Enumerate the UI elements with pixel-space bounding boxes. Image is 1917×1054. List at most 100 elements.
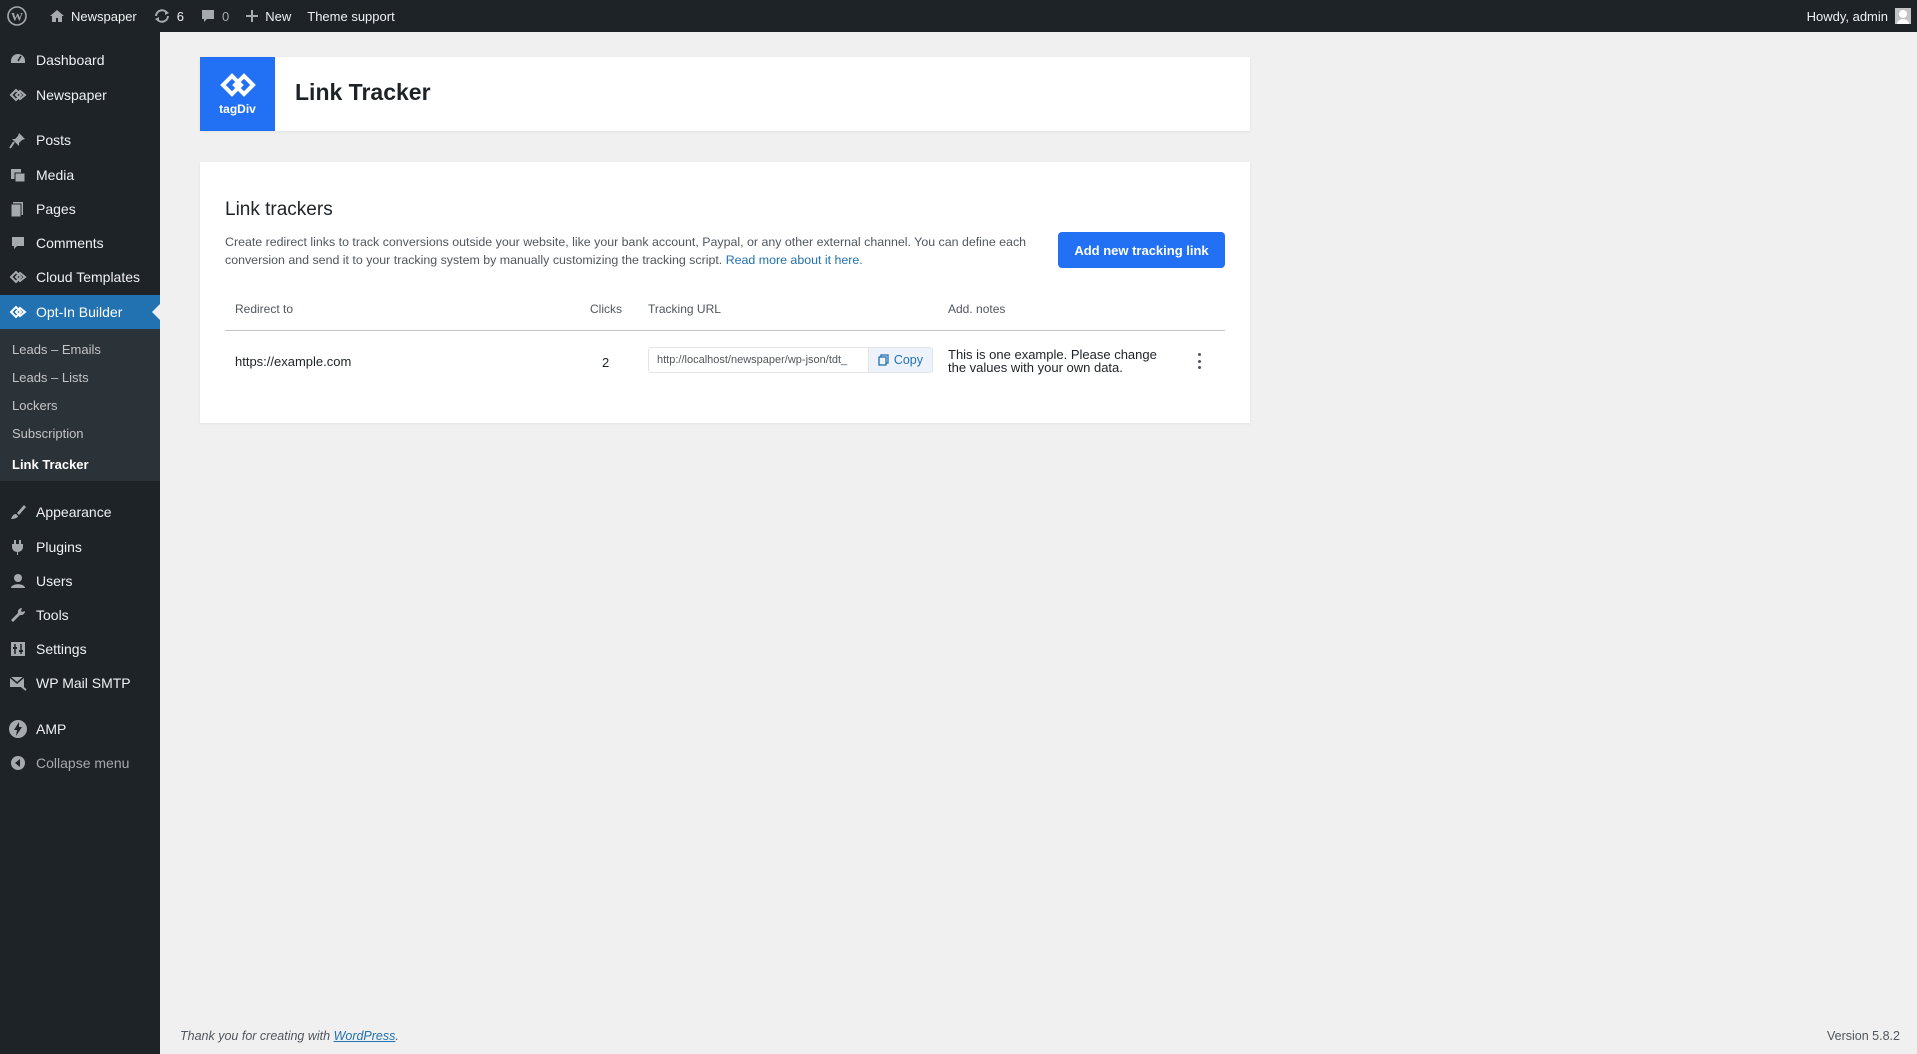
tagdiv-logo: tagDiv — [200, 57, 275, 131]
logo-text: tagDiv — [219, 102, 256, 116]
clicks-count: 2 — [602, 355, 610, 370]
submenu-item-subscription[interactable]: Subscription — [12, 424, 84, 444]
footer-thanks-suffix: . — [395, 1029, 399, 1043]
comments-count: 0 — [222, 8, 230, 24]
section-description: Create redirect links to track conversio… — [225, 233, 1045, 269]
admin-sidebar: Dashboard Newspaper Posts Media Pages Co… — [0, 32, 160, 1054]
column-header-tracking-url: Tracking URL — [648, 302, 721, 316]
sidebar-item-media[interactable]: Media — [0, 158, 160, 192]
sidebar-item-label: Appearance — [36, 504, 112, 520]
sidebar-item-label: Dashboard — [36, 52, 105, 68]
opt-in-builder-submenu: Leads – Emails Leads – Lists Lockers Sub… — [0, 329, 160, 449]
sidebar-item-newspaper[interactable]: Newspaper — [0, 78, 160, 112]
sidebar-item-label: Collapse menu — [36, 755, 130, 771]
user-icon — [8, 571, 28, 591]
collapse-icon — [8, 753, 28, 773]
sidebar-item-plugins[interactable]: Plugins — [0, 530, 160, 564]
brush-icon — [8, 502, 28, 522]
new-content-link[interactable]: New — [237, 0, 299, 32]
plus-icon — [246, 10, 259, 22]
read-more-link[interactable]: Read more about it here. — [726, 253, 863, 267]
sidebar-item-opt-in-builder[interactable]: Opt-In Builder — [0, 295, 160, 329]
home-icon — [50, 10, 64, 22]
tagdiv-icon — [8, 302, 28, 322]
sidebar-item-label: Settings — [36, 641, 87, 657]
add-new-tracking-link-button[interactable]: Add new tracking link — [1058, 232, 1225, 268]
tagdiv-logo-icon — [219, 73, 256, 97]
sidebar-item-label: Comments — [36, 235, 104, 251]
submenu-item-lockers[interactable]: Lockers — [12, 396, 58, 416]
sidebar-item-posts[interactable]: Posts — [0, 123, 160, 157]
wordpress-logo-icon[interactable]: W — [0, 0, 41, 32]
column-header-clicks: Clicks — [590, 302, 622, 316]
table-divider — [225, 330, 1225, 331]
sidebar-item-users[interactable]: Users — [0, 564, 160, 598]
column-header-redirect: Redirect to — [235, 302, 294, 316]
sidebar-item-comments[interactable]: Comments — [0, 226, 160, 260]
submenu-continuation: Link Tracker — [0, 449, 160, 481]
column-header-notes: Add. notes — [948, 302, 1006, 316]
sidebar-item-settings[interactable]: Settings — [0, 632, 160, 666]
footer-thanks: Thank you for creating with WordPress. — [180, 1029, 399, 1043]
comment-icon — [202, 10, 214, 22]
updates-count: 6 — [176, 8, 184, 24]
copy-icon — [878, 354, 889, 366]
sidebar-item-label: Tools — [36, 607, 69, 623]
footer-version: Version 5.8.2 — [1827, 1029, 1900, 1043]
avatar — [1895, 8, 1911, 24]
row-actions-icon[interactable] — [1194, 351, 1204, 371]
tracking-url-text[interactable]: http://localhost/newspaper/wp-json/tdt_ — [649, 354, 868, 366]
sidebar-item-dashboard[interactable]: Dashboard — [0, 43, 160, 77]
pages-icon — [8, 199, 28, 219]
redirect-url: https://example.com — [235, 354, 352, 369]
tracking-url-field: http://localhost/newspaper/wp-json/tdt_ … — [648, 347, 933, 373]
submenu-item-leads-emails[interactable]: Leads – Emails — [12, 340, 101, 360]
collapse-menu-button[interactable]: Collapse menu — [0, 746, 160, 780]
sidebar-item-label: Posts — [36, 132, 72, 148]
copy-label: Copy — [893, 353, 923, 367]
copy-button[interactable]: Copy — [867, 348, 932, 372]
tagdiv-icon — [8, 267, 28, 287]
description-text: Create redirect links to track conversio… — [225, 235, 1027, 267]
comments-link[interactable]: 0 — [192, 0, 237, 32]
sidebar-item-label: Pages — [36, 201, 76, 217]
footer-thanks-prefix: Thank you for creating with — [180, 1029, 331, 1043]
sidebar-item-wp-mail-smtp[interactable]: WP Mail SMTP — [0, 666, 160, 700]
section-title: Link trackers — [225, 199, 333, 220]
new-label: New — [265, 8, 292, 24]
notes-text: This is one example. Please change the v… — [948, 347, 1157, 375]
my-account-link[interactable]: Howdy, admin — [1799, 0, 1917, 32]
wrench-icon — [8, 605, 28, 625]
sidebar-item-tools[interactable]: Tools — [0, 598, 160, 632]
settings-icon — [8, 639, 28, 659]
sidebar-item-label: WP Mail SMTP — [36, 675, 131, 691]
sidebar-item-amp[interactable]: AMP — [0, 712, 160, 746]
sidebar-item-label: Cloud Templates — [36, 269, 141, 285]
page-header-card: tagDiv Link Tracker — [200, 57, 1250, 131]
sidebar-item-label: Newspaper — [36, 87, 107, 103]
dashboard-icon — [8, 50, 28, 70]
comment-icon — [8, 233, 28, 253]
updates-link[interactable]: 6 — [145, 0, 192, 32]
plug-icon — [8, 537, 28, 557]
link-trackers-card: Link trackers Create redirect links to t… — [200, 162, 1250, 423]
sidebar-item-pages[interactable]: Pages — [0, 192, 160, 226]
sidebar-item-label: Media — [36, 167, 75, 183]
site-name-link[interactable]: Newspaper — [41, 0, 145, 32]
page-title: Link Tracker — [295, 79, 431, 105]
submenu-item-leads-lists[interactable]: Leads – Lists — [12, 368, 89, 388]
sidebar-item-label: Plugins — [36, 539, 82, 555]
theme-support-link[interactable]: Theme support — [299, 0, 402, 32]
howdy-label: Howdy, admin — [1806, 8, 1888, 24]
submenu-item-link-tracker[interactable]: Link Tracker — [12, 455, 89, 475]
tagdiv-icon — [8, 85, 28, 105]
svg-text:W: W — [11, 10, 23, 24]
media-icon — [8, 165, 28, 185]
amp-icon — [8, 719, 28, 739]
site-name: Newspaper — [71, 8, 137, 24]
wordpress-link[interactable]: WordPress — [334, 1029, 396, 1043]
sidebar-item-appearance[interactable]: Appearance — [0, 495, 160, 529]
mail-icon — [8, 673, 28, 693]
sidebar-item-label: Opt-In Builder — [36, 304, 123, 320]
sidebar-item-cloud-templates[interactable]: Cloud Templates — [0, 260, 160, 294]
